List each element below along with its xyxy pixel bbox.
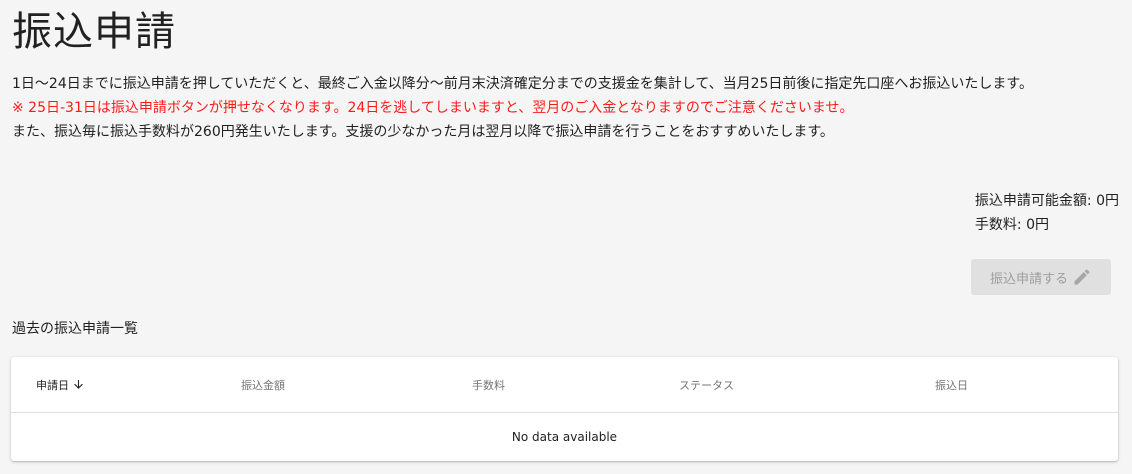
column-header-label: ステータス — [679, 378, 734, 392]
column-header-label: 振込日 — [935, 378, 968, 392]
column-header-request-date[interactable]: 申請日 — [36, 357, 85, 412]
empty-table-message: No data available — [511, 430, 618, 444]
column-header-transfer-date[interactable]: 振込日 — [935, 357, 968, 412]
column-header-transfer-amount[interactable]: 振込金額 — [241, 357, 285, 412]
column-header-label: 申請日 — [36, 378, 69, 392]
column-header-status[interactable]: ステータス — [679, 357, 734, 412]
column-header-label: 振込金額 — [241, 378, 285, 392]
amount-summary: 振込申請可能金額: 0円 手数料: 0円 — [975, 189, 1119, 237]
description-text: 1日〜24日までに振込申請を押していただくと、最終ご入金以降分〜前月末決済確定分… — [12, 76, 1034, 92]
history-table: 申請日 振込金額 手数料 ステータス 振込日 No data available — [11, 357, 1118, 461]
table-header: 申請日 振込金額 手数料 ステータス 振込日 — [11, 357, 1118, 413]
fee-notice-text: また、振込毎に振込手数料が260円発生いたします。支援の少なかった月は翌月以降で… — [12, 124, 834, 140]
pencil-icon — [1074, 269, 1090, 285]
arrow-down-icon — [72, 378, 85, 391]
available-amount: 振込申請可能金額: 0円 — [974, 193, 1119, 209]
warning-text: ※ 25日-31日は振込申請ボタンが押せなくなります。24日を逃してしまいますと… — [12, 100, 854, 116]
apply-transfer-label: 振込申請する — [989, 271, 1068, 287]
payout-request-page: 振込申請 1日〜24日までに振込申請を押していただくと、最終ご入金以降分〜前月末… — [0, 0, 1132, 474]
page-title: 振込申請 — [12, 9, 176, 55]
column-header-fee[interactable]: 手数料 — [472, 357, 505, 412]
column-header-label: 手数料 — [472, 378, 505, 392]
description: 1日〜24日までに振込申請を押していただくと、最終ご入金以降分〜前月末決済確定分… — [12, 72, 1122, 144]
fee-amount: 手数料: 0円 — [974, 217, 1049, 233]
apply-transfer-button[interactable]: 振込申請する — [971, 259, 1111, 295]
history-section-title: 過去の振込申請一覧 — [12, 321, 138, 337]
